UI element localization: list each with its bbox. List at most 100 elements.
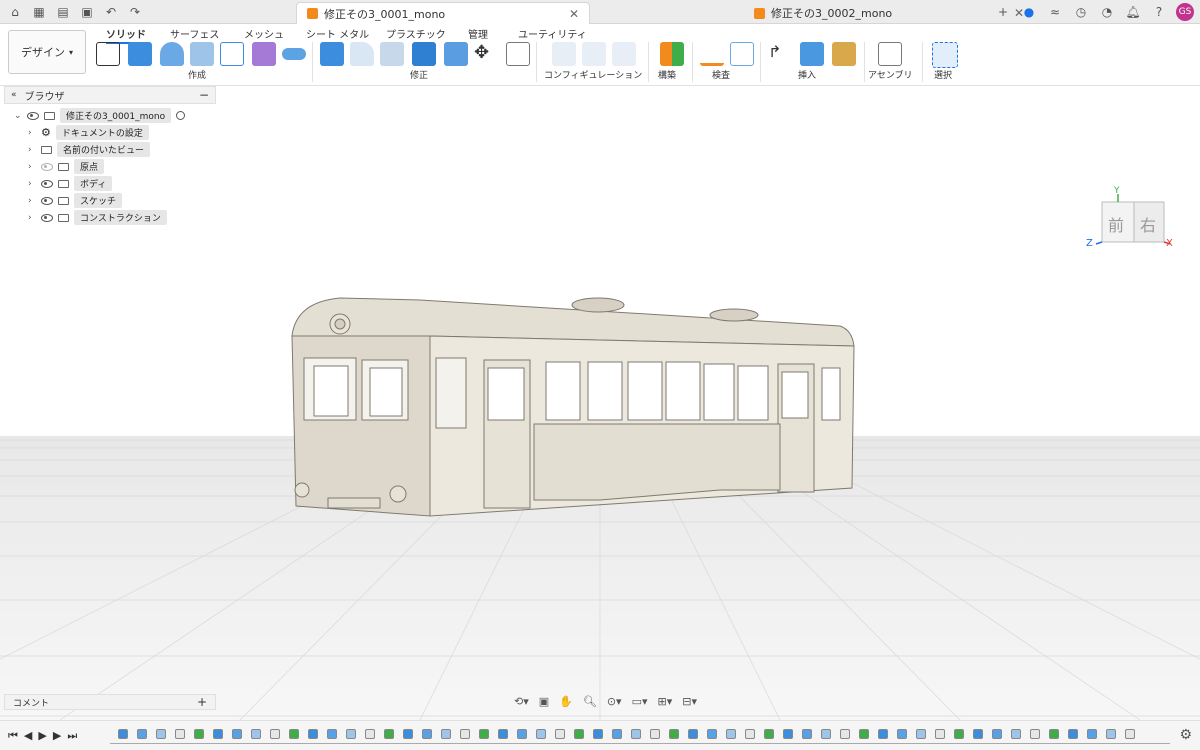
chevron-right-icon[interactable]: › [28, 145, 36, 155]
measure-icon[interactable] [700, 42, 724, 66]
timeline-feature-icon[interactable] [194, 729, 204, 739]
browser-panel-header[interactable]: « ブラウザ − [4, 86, 216, 104]
tab-manage[interactable]: 管理 [468, 26, 488, 41]
timeline-feature-icon[interactable] [232, 729, 242, 739]
revolve-icon[interactable] [160, 42, 184, 66]
extensions-icon[interactable]: ● [1020, 3, 1038, 21]
move-icon[interactable]: ✥ [474, 42, 498, 66]
timeline-feature-icon[interactable] [631, 729, 641, 739]
tab-surface[interactable]: サーフェス [170, 26, 219, 41]
minimize-icon[interactable]: − [199, 88, 209, 102]
timeline-feature-icon[interactable] [802, 729, 812, 739]
active-radio-icon[interactable] [176, 111, 186, 120]
data-panel-icon[interactable]: ≈ [1046, 3, 1064, 21]
chevron-right-icon[interactable]: › [28, 196, 36, 206]
extrude-icon[interactable] [128, 42, 152, 66]
visibility-eye-icon[interactable] [41, 213, 53, 222]
timeline-feature-icon[interactable] [726, 729, 736, 739]
timeline-feature-icon[interactable] [821, 729, 831, 739]
timeline-feature-icon[interactable] [498, 729, 508, 739]
timeline-feature-icon[interactable] [517, 729, 527, 739]
timeline-feature-icon[interactable] [1049, 729, 1059, 739]
group-configuration[interactable]: コンフィギュレーション [544, 68, 642, 81]
timeline-feature-icon[interactable] [612, 729, 622, 739]
tab-document-2[interactable]: 修正その3_0002_mono ✕ [744, 2, 1034, 24]
tab-utilities[interactable]: ユーティリティ [518, 26, 587, 41]
redo-icon[interactable]: ↷ [126, 3, 144, 21]
timeline-feature-icon[interactable] [593, 729, 603, 739]
group-assemble[interactable]: アセンブリ [868, 68, 913, 81]
pipe-icon[interactable] [282, 48, 306, 60]
config-table-icon[interactable] [552, 42, 576, 66]
timeline-feature-icon[interactable] [365, 729, 375, 739]
combine-icon[interactable] [412, 42, 436, 66]
timeline-feature-icon[interactable] [783, 729, 793, 739]
hole-icon[interactable] [190, 42, 214, 66]
tab-mesh[interactable]: メッシュ [244, 26, 284, 41]
timeline-feature-icon[interactable] [213, 729, 223, 739]
online-status-icon[interactable]: ◷ [1072, 3, 1090, 21]
orbit-icon[interactable]: ⟲▾ [514, 695, 529, 708]
close-icon[interactable]: ✕ [569, 7, 579, 21]
play-icon[interactable]: ▶︎ [38, 729, 46, 743]
timeline-feature-icon[interactable] [954, 729, 964, 739]
timeline-feature-icon[interactable] [935, 729, 945, 739]
grid-settings-icon[interactable]: ⊞▾ [658, 695, 673, 708]
shell-icon[interactable] [380, 42, 404, 66]
timeline-feature-icon[interactable] [175, 729, 185, 739]
home-icon[interactable]: ⌂ [6, 3, 24, 21]
group-construct[interactable]: 構築 [658, 68, 676, 81]
job-status-icon[interactable]: ◔ [1098, 3, 1116, 21]
file-icon[interactable]: ▤ [54, 3, 72, 21]
tree-item-construction[interactable]: › コンストラクション [28, 210, 167, 225]
config-insert-icon[interactable] [612, 42, 636, 66]
timeline-feature-icon[interactable] [745, 729, 755, 739]
construct-plane-icon[interactable] [660, 42, 684, 66]
timeline-feature-icon[interactable] [289, 729, 299, 739]
timeline-feature-icon[interactable] [1125, 729, 1135, 739]
chevron-right-icon[interactable]: › [28, 162, 36, 172]
timeline-feature-icon[interactable] [707, 729, 717, 739]
form-icon[interactable] [252, 42, 276, 66]
timeline-feature-icon[interactable] [270, 729, 280, 739]
timeline-feature-icon[interactable] [441, 729, 451, 739]
timeline-feature-icon[interactable] [897, 729, 907, 739]
display-settings-icon[interactable]: ▭▾ [632, 695, 648, 708]
timeline-feature-icon[interactable] [840, 729, 850, 739]
railcar-model[interactable] [291, 297, 855, 517]
timeline-feature-icon[interactable] [346, 729, 356, 739]
visibility-eye-icon[interactable] [27, 111, 39, 120]
create-sketch-icon[interactable] [96, 42, 120, 66]
timeline-feature-icon[interactable] [916, 729, 926, 739]
chevron-right-icon[interactable]: › [28, 128, 36, 138]
group-insert[interactable]: 挿入 [798, 68, 816, 81]
timeline-feature-icon[interactable] [251, 729, 261, 739]
select-icon[interactable] [932, 42, 958, 68]
timeline-feature-icon[interactable] [308, 729, 318, 739]
notification-icon[interactable]: 🔔︎ [1124, 3, 1142, 21]
timeline-feature-icon[interactable] [574, 729, 584, 739]
timeline-feature-icon[interactable] [1087, 729, 1097, 739]
tab-plastic[interactable]: プラスチック [386, 26, 446, 41]
timeline-feature-icon[interactable] [669, 729, 679, 739]
timeline-track[interactable] [110, 743, 1170, 747]
tree-item-bodies[interactable]: › ボディ [28, 176, 113, 191]
timeline-feature-icon[interactable] [1011, 729, 1021, 739]
save-icon[interactable]: ▣ [78, 3, 96, 21]
visibility-eye-icon[interactable] [41, 179, 53, 188]
tree-item-named-views[interactable]: › 名前の付いたビュー [28, 142, 151, 157]
previous-step-icon[interactable]: ◀︎ [24, 729, 32, 743]
tree-item-origin[interactable]: › 原点 [28, 159, 105, 174]
timeline-feature-icon[interactable] [422, 729, 432, 739]
timeline-feature-icon[interactable] [859, 729, 869, 739]
timeline-feature-icon[interactable] [973, 729, 983, 739]
config-rule-icon[interactable] [582, 42, 606, 66]
chevron-down-icon[interactable]: ⌄ [14, 111, 22, 121]
tree-item-sketches[interactable]: › スケッチ [28, 193, 123, 208]
fillet-icon[interactable] [350, 42, 374, 66]
chevron-right-icon[interactable]: › [28, 179, 36, 189]
add-comment-icon[interactable]: + [197, 695, 207, 709]
timeline-feature-icon[interactable] [1068, 729, 1078, 739]
tab-sheet-metal[interactable]: シート メタル [306, 26, 369, 41]
pattern-icon[interactable] [220, 42, 244, 66]
